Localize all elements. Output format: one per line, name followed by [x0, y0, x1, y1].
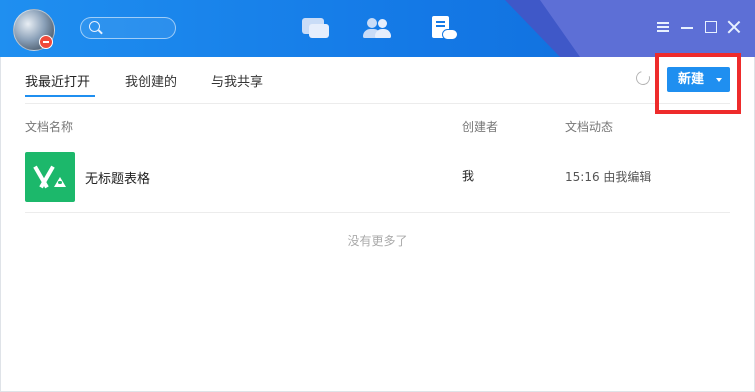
- minimize-icon[interactable]: [680, 20, 694, 34]
- file-name: 无标题表格: [85, 172, 151, 187]
- no-more-hint: 没有更多了: [347, 234, 408, 248]
- column-header-creator[interactable]: 创建者: [462, 118, 498, 135]
- tab-recently-opened[interactable]: 我最近打开: [25, 71, 90, 90]
- search-input[interactable]: [80, 17, 176, 39]
- highlight-box: [655, 53, 741, 114]
- cloud-docs-nav-icon[interactable]: [428, 14, 460, 42]
- tabs-divider: [25, 103, 730, 104]
- close-icon[interactable]: [727, 20, 741, 34]
- status-badge-icon: [39, 35, 53, 49]
- menu-icon[interactable]: [656, 20, 670, 34]
- row-divider: [25, 212, 730, 213]
- file-creator: 我: [462, 169, 475, 183]
- contacts-nav-icon[interactable]: [362, 14, 394, 42]
- list-item[interactable]: 无标题表格 我 15:16 由我编辑: [0, 150, 755, 204]
- title-bar: [0, 0, 755, 57]
- spreadsheet-icon: [25, 152, 75, 202]
- tab-shared-with-me[interactable]: 与我共享: [211, 71, 263, 90]
- column-header-activity[interactable]: 文档动态: [565, 118, 613, 135]
- column-header-name[interactable]: 文档名称: [25, 118, 73, 135]
- tab-created-by-me[interactable]: 我创建的: [125, 71, 177, 90]
- maximize-icon[interactable]: [704, 20, 718, 34]
- chat-nav-icon[interactable]: [300, 14, 332, 42]
- active-tab-indicator: [25, 95, 95, 97]
- search-icon: [89, 21, 100, 32]
- refresh-icon[interactable]: [633, 68, 653, 88]
- window-frame: [0, 57, 755, 392]
- file-activity: 15:16 由我编辑: [565, 170, 652, 184]
